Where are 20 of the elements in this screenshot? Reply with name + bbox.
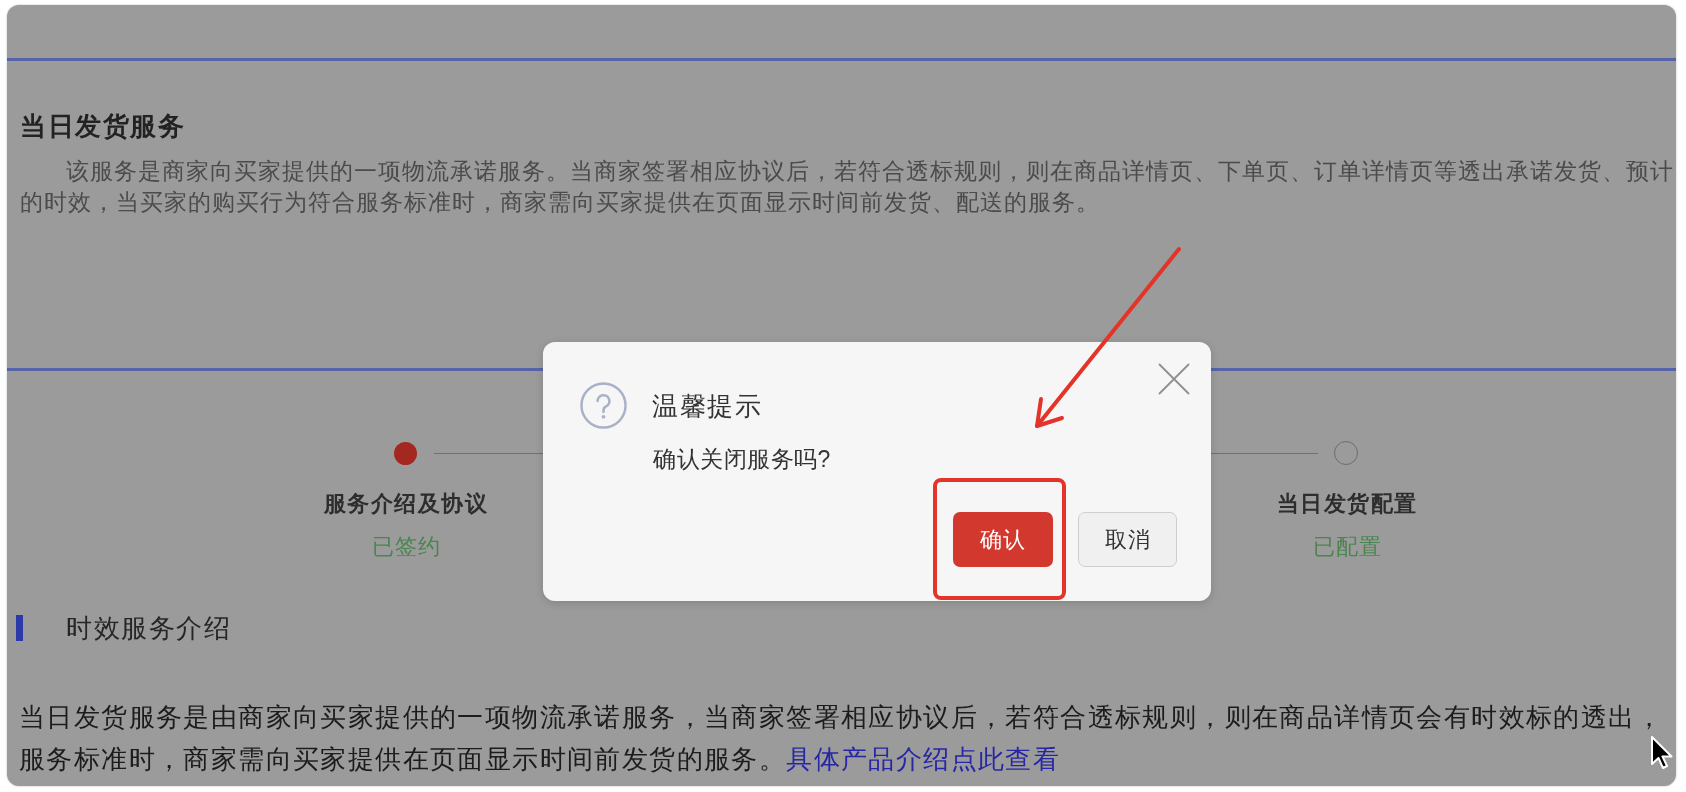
mouse-pointer-icon <box>1650 735 1674 770</box>
intro-line: 当日发货服务是由商家向买家提供的一项物流承诺服务，当商家签署相应协议后，若符合透标规则，则在商品详情页会有时效标的透出， <box>19 701 1663 734</box>
dialog-message: 确认关闭服务吗? <box>653 445 831 474</box>
section-heading: 时效服务介绍 <box>66 612 231 645</box>
help-icon <box>580 382 627 429</box>
step-title: 当日发货配置 <box>1276 490 1418 518</box>
intro-line: 服务标准时，商家需向买家提供在页面显示时间前发货的服务。具体产品介绍点此查看 <box>19 743 1061 776</box>
close-icon <box>1158 363 1190 395</box>
section-marker-icon <box>16 615 23 641</box>
step-title: 服务介绍及协议 <box>323 490 489 518</box>
step-status: 已签约 <box>371 533 441 561</box>
confirm-button[interactable]: 确认 <box>953 512 1053 567</box>
page-title: 当日发货服务 <box>20 110 185 143</box>
cancel-button[interactable]: 取消 <box>1078 512 1177 567</box>
close-button[interactable] <box>1158 363 1190 395</box>
description-line: 的时效，当买家的购买行为符合服务标准时，商家需向买家提供在页面显示时间前发货、配送的服务。 <box>20 188 1100 217</box>
description-line: 该服务是商家向买家提供的一项物流承诺服务。当商家签署相应协议后，若符合透标规则，则在商品详情页、下单页、订单详情页等透出承诺发货、预计 <box>66 157 1674 186</box>
product-link[interactable]: 具体产品介绍点此查看 <box>786 744 1061 774</box>
step-status: 已配置 <box>1312 533 1382 561</box>
dialog-title: 温馨提示 <box>652 389 762 423</box>
